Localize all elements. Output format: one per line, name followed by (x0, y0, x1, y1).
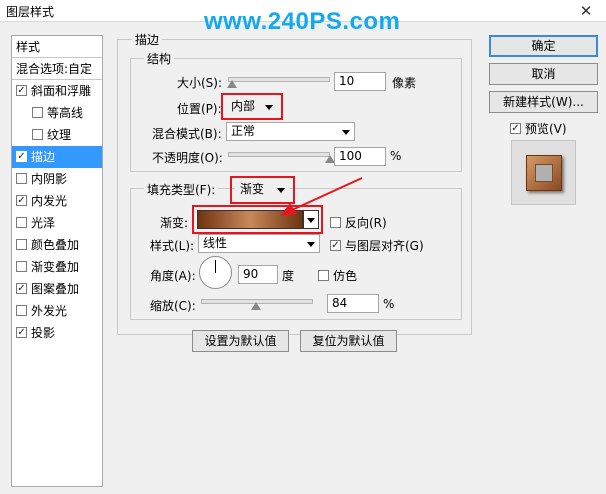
effect-checkbox[interactable] (16, 283, 27, 294)
scale-label: 缩放(C): (150, 299, 196, 313)
new-style-button[interactable]: 新建样式(W)... (489, 91, 598, 113)
dither-checkbox[interactable]: 仿色 (318, 267, 357, 284)
structure-group-title: 结构 (144, 50, 175, 67)
effect-checkbox[interactable] (16, 151, 27, 162)
angle-dial[interactable] (199, 256, 232, 289)
styles-list: 样式 混合选项:自定 斜面和浮雕等高线纹理描边内阴影内发光光泽颜色叠加渐变叠加图… (11, 35, 103, 487)
gradient-style-select[interactable]: 线性 (198, 234, 320, 253)
effect-label: 斜面和浮雕 (31, 84, 92, 98)
effect-checkbox[interactable] (16, 239, 27, 250)
effect-item[interactable]: 描边 (12, 146, 102, 168)
effect-checkbox[interactable] (32, 129, 43, 140)
effect-item[interactable]: 纹理 (12, 124, 102, 146)
preview-inner-pattern (535, 164, 553, 182)
effect-checkbox[interactable] (16, 261, 27, 272)
effect-label: 内阴影 (31, 172, 68, 186)
scale-unit: % (383, 297, 395, 311)
effect-item[interactable]: 光泽 (12, 212, 102, 234)
position-select[interactable]: 内部 (226, 97, 278, 116)
close-button[interactable]: ✕ (572, 2, 600, 20)
blend-mode-select[interactable]: 正常 (226, 122, 355, 141)
angle-unit: 度 (282, 269, 295, 283)
effect-checkbox[interactable] (16, 195, 27, 206)
align-with-layer-checkbox[interactable]: 与图层对齐(G) (330, 237, 424, 254)
red-arrow-annotation (280, 177, 363, 216)
style-label: 样式(L): (150, 239, 195, 253)
scale-slider-thumb[interactable] (250, 302, 261, 310)
styles-header[interactable]: 样式 (12, 36, 102, 58)
dither-checkbox-box[interactable] (318, 270, 329, 281)
set-default-button[interactable]: 设置为默认值 (192, 330, 289, 352)
cancel-button[interactable]: 取消 (489, 63, 598, 85)
fill-type-value: 渐变 (240, 182, 265, 196)
opacity-input[interactable]: 100 (334, 147, 386, 166)
align-label: 与图层对齐(G) (345, 239, 424, 253)
ok-button[interactable]: 确定 (489, 35, 598, 57)
effect-checkbox[interactable] (32, 107, 43, 118)
effect-checkbox[interactable] (16, 217, 27, 228)
effect-checkbox[interactable] (16, 305, 27, 316)
gradient-label: 渐变: (160, 216, 189, 230)
preview-label: 预览(V) (525, 122, 567, 136)
style-preview-thumbnail (511, 140, 576, 205)
blend-mode-value: 正常 (231, 124, 256, 138)
angle-input[interactable]: 90 (238, 265, 278, 284)
opacity-unit: % (390, 149, 402, 163)
position-label: 位置(P): (177, 102, 222, 116)
effect-checkbox[interactable] (16, 173, 27, 184)
preview-swatch (526, 155, 562, 191)
effect-checkbox[interactable] (16, 85, 27, 96)
position-dropdown-icon (265, 105, 273, 110)
effect-label: 描边 (31, 150, 56, 164)
effect-label: 光泽 (31, 216, 56, 230)
blending-options-item[interactable]: 混合选项:自定 (12, 58, 102, 80)
blend-mode-label: 混合模式(B): (152, 127, 222, 141)
effect-label: 颜色叠加 (31, 238, 80, 252)
opacity-label: 不透明度(O): (152, 151, 223, 165)
gradient-style-value: 线性 (203, 236, 228, 250)
opacity-slider[interactable] (228, 152, 330, 157)
stroke-group-title: 描边 (132, 31, 163, 48)
effect-item[interactable]: 等高线 (12, 102, 102, 124)
fill-type-label: 填充类型(F): (144, 181, 219, 198)
effect-label: 外发光 (31, 304, 68, 318)
effect-label: 渐变叠加 (31, 260, 80, 274)
size-input[interactable]: 10 (334, 72, 386, 91)
effect-item[interactable]: 内发光 (12, 190, 102, 212)
watermark-text: www.240PS.com (204, 8, 401, 35)
preview-checkbox-box[interactable] (510, 123, 521, 134)
size-slider-thumb[interactable] (227, 80, 238, 88)
effect-checkbox[interactable] (16, 327, 27, 338)
effect-item[interactable]: 渐变叠加 (12, 256, 102, 278)
size-label: 大小(S): (177, 76, 223, 90)
effect-label: 纹理 (47, 128, 72, 142)
position-value: 内部 (231, 99, 256, 113)
dither-label: 仿色 (333, 269, 358, 283)
effect-label: 投影 (31, 326, 56, 340)
align-checkbox-box[interactable] (330, 240, 341, 251)
effect-item[interactable]: 投影 (12, 322, 102, 344)
effect-item[interactable]: 外发光 (12, 300, 102, 322)
blend-mode-dropdown-icon (342, 130, 350, 135)
size-unit: 像素 (392, 76, 417, 90)
effect-item[interactable]: 图案叠加 (12, 278, 102, 300)
scale-input[interactable]: 84 (327, 294, 379, 313)
gradient-style-dropdown-icon (307, 242, 315, 247)
reset-default-button[interactable]: 复位为默认值 (300, 330, 397, 352)
angle-label: 角度(A): (150, 269, 196, 283)
effect-label: 等高线 (47, 106, 84, 120)
window-title: 图层样式 (6, 5, 55, 19)
size-slider[interactable] (228, 77, 330, 82)
effect-item[interactable]: 斜面和浮雕 (12, 80, 102, 102)
effect-label: 图案叠加 (31, 282, 80, 296)
effect-item[interactable]: 内阴影 (12, 168, 102, 190)
angle-dial-needle (215, 260, 216, 273)
effect-label: 内发光 (31, 194, 68, 208)
effect-item[interactable]: 颜色叠加 (12, 234, 102, 256)
preview-checkbox[interactable]: 预览(V) (510, 120, 567, 137)
